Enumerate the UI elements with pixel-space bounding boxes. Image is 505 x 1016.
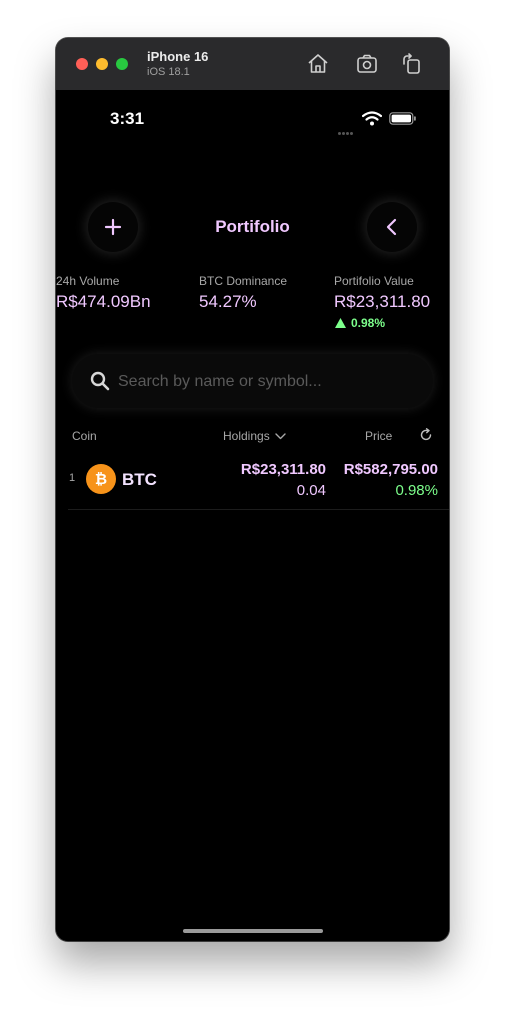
stat-change-portfolio: 0.98% [335, 316, 385, 330]
coin-rank: 1 [69, 472, 76, 484]
stat-value-dominance: 54.27% [199, 292, 257, 311]
column-header-holdings-label: Holdings [223, 429, 270, 443]
stat-label-dominance: BTC Dominance [199, 274, 288, 288]
device-name: iPhone 16 [147, 49, 209, 64]
triangle-up-icon [335, 318, 346, 328]
search-bar[interactable] [72, 354, 433, 410]
screenshot-icon[interactable] [355, 52, 379, 76]
back-button[interactable] [367, 202, 417, 252]
stat-label-volume: 24h Volume [56, 274, 120, 288]
chevron-left-icon [386, 218, 397, 236]
simulator-window: iPhone 16 iOS 18.1 3:31 Portifolio 24h V… [56, 38, 449, 941]
coin-symbol: BTC [122, 470, 157, 489]
close-window-button[interactable] [76, 58, 88, 70]
stat-value-portfolio: R$23,311.80 [334, 292, 431, 311]
column-header-coin[interactable]: Coin [72, 429, 97, 443]
battery-icon [389, 112, 416, 125]
zoom-window-button[interactable] [116, 58, 128, 70]
stat-change-value: 0.98% [351, 316, 386, 330]
cellular-signal-icon [338, 122, 358, 135]
coin-price-change: 0.98% [395, 482, 438, 499]
holdings-value: R$23,311.80 [240, 461, 326, 478]
bitcoin-icon: ₿ [86, 464, 116, 494]
device-os-version: iOS 18.1 [147, 66, 190, 78]
status-time: 3:31 [110, 109, 145, 128]
search-input[interactable] [116, 354, 420, 410]
home-icon[interactable] [306, 52, 330, 76]
rotate-icon[interactable] [400, 52, 424, 76]
column-header-holdings[interactable]: Holdings [223, 429, 286, 443]
wifi-icon [362, 111, 382, 126]
simulator-titlebar: iPhone 16 iOS 18.1 [56, 38, 449, 91]
stat-label-portfolio: Portifolio Value [334, 274, 414, 288]
minimize-window-button[interactable] [96, 58, 108, 70]
reload-icon[interactable] [419, 428, 433, 442]
app-screen: 3:31 Portifolio 24h Volume R$474.09Bn BT… [56, 90, 449, 941]
home-indicator[interactable] [183, 929, 323, 933]
svg-text:₿: ₿ [95, 471, 107, 488]
search-icon [90, 371, 110, 391]
coin-price: R$582,795.00 [343, 461, 438, 478]
column-header-price[interactable]: Price [365, 429, 392, 443]
chevron-down-icon [275, 432, 286, 439]
holdings-quantity: 0.04 [296, 482, 326, 499]
stat-value-volume: R$474.09Bn [56, 292, 151, 311]
coin-row-btc[interactable]: 1 ₿ BTC R$23,311.80 0.04 R$582,795.00 0.… [68, 454, 449, 510]
